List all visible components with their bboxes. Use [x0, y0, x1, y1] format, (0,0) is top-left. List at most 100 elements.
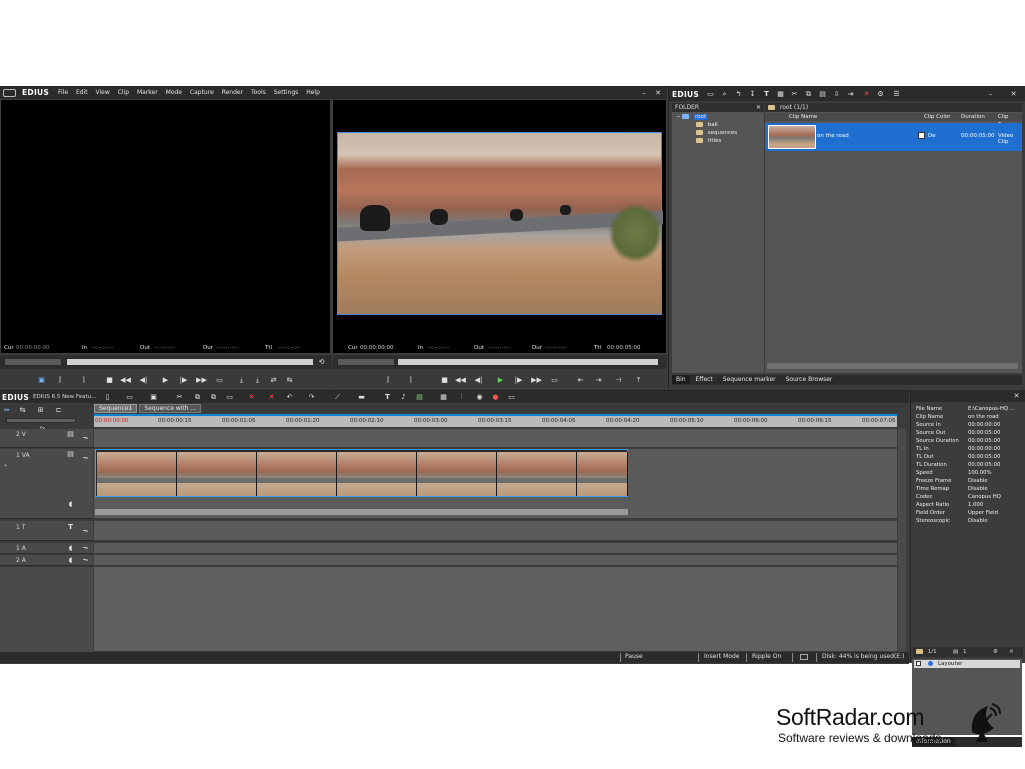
tl-open-icon[interactable]: ▭ [124, 392, 135, 402]
bin-new-folder-icon[interactable]: ▭ [705, 89, 716, 99]
folder-sequences[interactable]: sequences [696, 129, 737, 137]
timeline-clip[interactable] [95, 449, 628, 497]
bin-copy-icon[interactable]: ⧉ [803, 89, 814, 99]
recorder-monitor-icon[interactable]: ▭ [549, 375, 560, 385]
track-header-2a[interactable]: 2 A ◖ ⏦ [0, 555, 93, 566]
tab-bin[interactable]: Bin [672, 375, 690, 384]
menu-capture[interactable]: Capture [190, 89, 214, 96]
recorder-next-edit-icon[interactable]: ⇥ [593, 375, 604, 385]
tl-undo-icon[interactable]: ↶ [284, 392, 295, 402]
recorder-step-forward-icon[interactable]: |▶ [513, 375, 524, 385]
track-mixer-icon[interactable]: ⏦ [80, 433, 91, 443]
player-play-icon[interactable]: ▶ [160, 375, 171, 385]
track-body-1t[interactable] [94, 521, 897, 541]
recorder-mark-out-icon[interactable]: ⌉ [405, 375, 416, 385]
tl-group-icon[interactable]: ⊞ [35, 405, 46, 415]
recorder-stop-icon[interactable]: ■ [439, 375, 450, 385]
track-video-icon[interactable]: ▤ [65, 449, 76, 459]
folder-root[interactable]: − root [676, 113, 708, 121]
clip-audio-band[interactable] [95, 509, 628, 515]
clip-list-hscroll[interactable] [767, 363, 1018, 369]
player-monitor[interactable] [1, 100, 330, 353]
minimize-icon[interactable]: – [638, 88, 650, 98]
recorder-prev-edit-icon[interactable]: ⇤ [575, 375, 586, 385]
tl-render-icon[interactable]: ▤ [414, 392, 425, 402]
layer-checkbox[interactable] [916, 661, 921, 666]
menu-help[interactable]: Help [306, 89, 320, 96]
player-rewind-icon[interactable]: ◀◀ [120, 375, 131, 385]
status-insert-mode[interactable]: Insert Mode [704, 653, 739, 660]
bin-send-icon[interactable]: ⇥ [845, 89, 856, 99]
bin-delete-icon[interactable]: ✕ [861, 89, 872, 99]
bin-close-icon[interactable]: ✕ [1008, 89, 1019, 99]
tl-ripple-delete-icon[interactable]: ✕ [266, 392, 277, 402]
bin-properties-icon[interactable]: ⚙ [875, 89, 886, 99]
status-ripple[interactable]: Ripple On [752, 653, 781, 660]
tl-title-icon[interactable]: T [382, 392, 393, 402]
player-mode-icon[interactable]: ▣ [36, 375, 47, 385]
status-monitor-icon[interactable] [800, 654, 808, 660]
menu-render[interactable]: Render [222, 89, 243, 96]
tl-replace-icon[interactable]: ▭ [224, 392, 235, 402]
recorder-rewind-icon[interactable]: ◀◀ [455, 375, 466, 385]
player-mark-out-icon[interactable]: ⌉ [78, 375, 89, 385]
col-duration[interactable]: Duration [961, 113, 985, 121]
recorder-fast-forward-icon[interactable]: ▶▶ [531, 375, 542, 385]
track-body-2a[interactable] [94, 555, 897, 566]
folder-bali[interactable]: bali [696, 121, 718, 129]
clip-color-swatch[interactable] [918, 132, 925, 139]
menu-view[interactable]: View [96, 89, 110, 96]
track-audio-icon[interactable]: ◖ [65, 543, 76, 553]
tl-tool-icon[interactable]: ⇔ [1, 405, 12, 415]
tl-new-icon[interactable]: ▯ [102, 392, 113, 402]
player-monitor-icon[interactable]: ▭ [214, 375, 225, 385]
track-mixer-icon[interactable]: ⏦ [80, 543, 91, 553]
tl-redo-icon[interactable]: ↷ [306, 392, 317, 402]
tl-marker-icon[interactable]: ▦ [438, 392, 449, 402]
player-insert-icon[interactable]: ⤓ [236, 375, 247, 385]
track-header-1a[interactable]: 1 A ◖ ⏦ [0, 543, 93, 554]
tl-save-icon[interactable]: ▣ [148, 392, 159, 402]
track-body-1a[interactable] [94, 543, 897, 554]
recorder-trim-icon[interactable]: ⊣ [613, 375, 624, 385]
player-loop-icon[interactable]: ⟲ [316, 357, 327, 367]
bin-cut-icon[interactable]: ✂ [789, 89, 800, 99]
track-mixer-icon[interactable]: ⏦ [80, 526, 91, 536]
track-mixer-icon[interactable]: ⏦ [80, 453, 91, 463]
player-mark-in-icon[interactable]: ⌈ [55, 375, 66, 385]
folder-pane-close-icon[interactable]: ✕ [756, 103, 761, 112]
track-body-2v[interactable] [94, 429, 897, 448]
recorder-scrub-slider[interactable] [397, 358, 659, 366]
menu-clip[interactable]: Clip [118, 89, 129, 96]
track-body-1va[interactable] [94, 449, 897, 519]
tab-sequence-marker[interactable]: Sequence marker [719, 375, 780, 384]
info-close-icon[interactable]: ✕ [1011, 391, 1022, 401]
bin-paste-icon[interactable]: ▤ [817, 89, 828, 99]
tab-sequence1[interactable]: Sequence1 [94, 404, 138, 413]
tab-sequence-with[interactable]: Sequence with ... [139, 404, 202, 413]
timeline-vscroll[interactable] [898, 429, 906, 651]
bin-view-icon[interactable]: ☰ [891, 89, 902, 99]
layer-row[interactable]: Layouter [914, 660, 1020, 668]
bin-color-bar-icon[interactable]: ▦ [775, 89, 786, 99]
track-header-1va[interactable]: ⌄ 1 VA ▤ ⏦ ◖ [0, 449, 93, 519]
bin-up-icon[interactable]: ↰ [733, 89, 744, 99]
tab-source-browser[interactable]: Source Browser [782, 375, 837, 384]
player-overwrite-icon[interactable]: ⤓ [252, 375, 263, 385]
tl-paste-icon[interactable]: ⧉ [208, 392, 219, 402]
tree-collapse-icon[interactable]: − [676, 114, 681, 120]
close-icon[interactable]: ✕ [652, 88, 664, 98]
recorder-step-back-icon[interactable]: ◀| [473, 375, 484, 385]
info-settings-icon[interactable]: ⚙ [993, 647, 998, 657]
menu-edit[interactable]: Edit [76, 89, 88, 96]
track-mixer-icon[interactable]: ⏦ [80, 555, 91, 565]
tl-mixer-icon[interactable]: ⫶ [456, 392, 467, 402]
tl-delete-icon[interactable]: ✕ [246, 392, 257, 402]
tl-audio-icon[interactable]: ♪ [398, 392, 409, 402]
tl-link-icon[interactable]: ▬ [356, 392, 367, 402]
timeline-ruler[interactable]: 00:00:00:00 00:00:00:15 00:00:01:05 00:0… [94, 414, 897, 427]
player-replace-icon[interactable]: ⇄ [268, 375, 279, 385]
menu-marker[interactable]: Marker [137, 89, 158, 96]
player-fast-forward-icon[interactable]: ▶▶ [196, 375, 207, 385]
player-step-forward-icon[interactable]: |▶ [178, 375, 189, 385]
